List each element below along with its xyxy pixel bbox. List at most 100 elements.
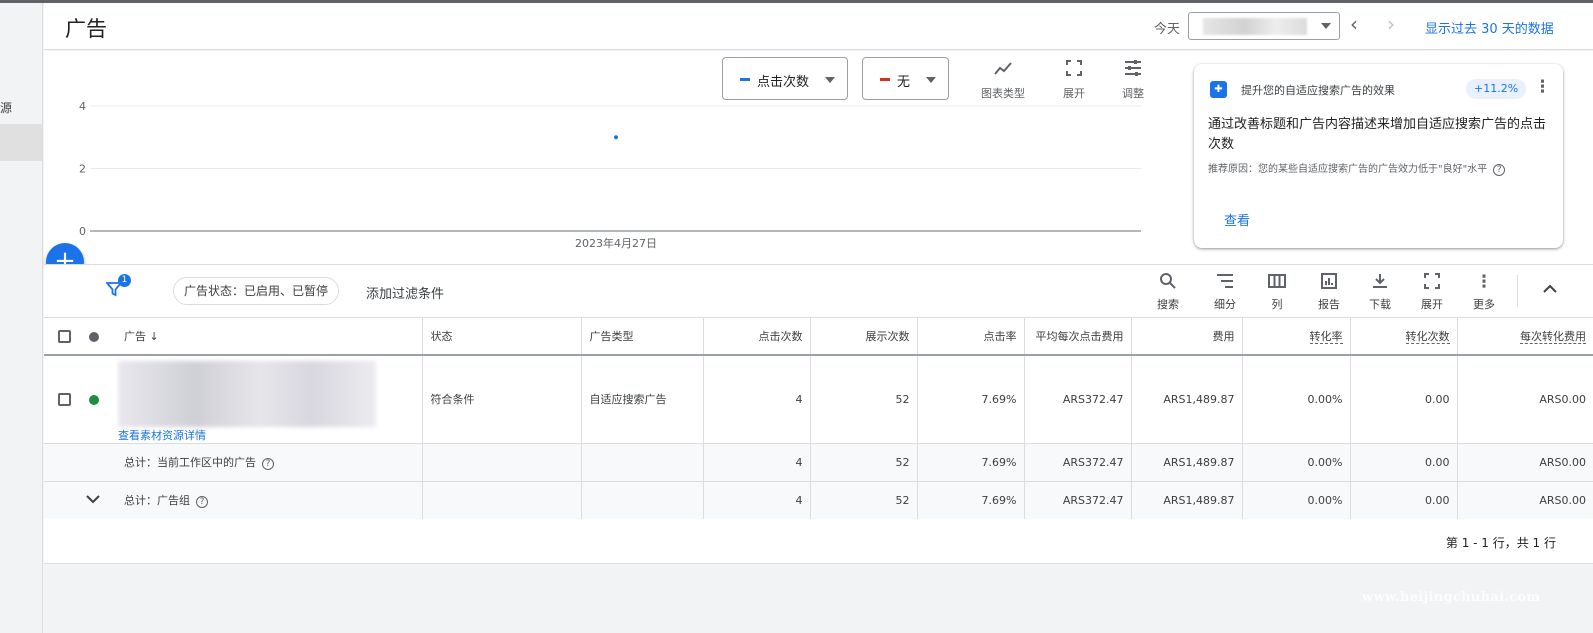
status-dot-header bbox=[84, 318, 116, 356]
select-all-cell bbox=[44, 318, 84, 356]
report-label: 报告 bbox=[1318, 298, 1340, 311]
y-tick-label: 4 bbox=[79, 100, 86, 113]
col-status[interactable]: 状态 bbox=[422, 318, 582, 356]
status-filter-chip[interactable]: 广告状态：已启用、已暂停 bbox=[173, 277, 340, 305]
col-avg-cpc[interactable]: 平均每次点击费用 bbox=[1024, 318, 1132, 356]
total-label-cell: 总计：当前工作区中的广告? bbox=[116, 443, 423, 482]
watermark: www.heijingchuhai.com bbox=[1362, 590, 1541, 605]
col-impr[interactable]: 展示次数 bbox=[810, 318, 918, 356]
col-ctr[interactable]: 点击率 bbox=[917, 318, 1025, 356]
trend-line-icon bbox=[981, 59, 1025, 85]
empty-cell bbox=[422, 481, 582, 520]
metric1-selector[interactable]: 点击次数 bbox=[722, 57, 848, 100]
download-icon bbox=[1360, 272, 1400, 296]
recommendation-title: 提升您的自适应搜索广告的效果 bbox=[1241, 84, 1395, 97]
more-vert-icon[interactable]: ⋮ bbox=[1534, 77, 1551, 97]
cost-cell: ARS1,489.87 bbox=[1131, 355, 1243, 444]
metric2-selector[interactable]: 无 bbox=[862, 57, 949, 100]
help-icon[interactable]: ? bbox=[1493, 164, 1506, 176]
add-filter-button[interactable]: 添加过滤条件 bbox=[366, 283, 444, 302]
chevron-down-icon bbox=[825, 77, 835, 83]
more-label: 更多 bbox=[1473, 298, 1495, 311]
columns-button[interactable]: 列 bbox=[1257, 272, 1297, 312]
recommendation-card: ✚ 提升您的自适应搜索广告的效果 +11.2% ⋮ 通过改善标题和广告内容描述来… bbox=[1194, 64, 1563, 248]
chart-type-button[interactable]: 图表类型 bbox=[981, 59, 1025, 101]
empty-cell bbox=[581, 443, 704, 482]
help-icon[interactable]: ? bbox=[262, 458, 274, 470]
more-button[interactable]: ⋮ 更多 bbox=[1464, 272, 1504, 312]
adjust-chart-button[interactable]: 调整 bbox=[1122, 59, 1144, 101]
chevron-down-icon bbox=[1321, 23, 1331, 29]
col-cost-label: 费用 bbox=[1212, 330, 1235, 343]
view-recommendation-button[interactable]: 查看 bbox=[1224, 210, 1250, 229]
col-ad[interactable]: 广告 ↓ bbox=[116, 318, 423, 356]
reason-text: 推荐原因：您的某些自适应搜索广告的广告效力低于"良好"水平 bbox=[1208, 164, 1488, 175]
col-clicks[interactable]: 点击次数 bbox=[703, 318, 811, 356]
total-label-cell: 总计：广告组? bbox=[116, 481, 423, 520]
nav-item-label[interactable]: 源 bbox=[0, 99, 12, 116]
redacted-date bbox=[1203, 18, 1307, 35]
cost-cell: ARS1,489.87 bbox=[1131, 481, 1243, 520]
col-conv[interactable]: 转化次数 bbox=[1350, 318, 1458, 356]
total-adgroup-label: 总计：广告组 bbox=[124, 494, 190, 507]
chevron-up-icon[interactable] bbox=[1542, 279, 1558, 298]
conv-cell: 0.00 bbox=[1350, 443, 1458, 482]
y-tick-label: 2 bbox=[79, 163, 86, 176]
expand-cell bbox=[84, 481, 116, 520]
col-cost-conv-label: 每次转化费用 bbox=[1520, 330, 1586, 344]
search-button[interactable]: 搜索 bbox=[1148, 272, 1188, 312]
metric2-label: 无 bbox=[897, 75, 911, 90]
row-status-cell bbox=[84, 355, 116, 444]
download-button[interactable]: 下载 bbox=[1360, 272, 1400, 312]
status-cell: 符合条件 bbox=[422, 355, 582, 444]
col-conv-rate[interactable]: 转化率 bbox=[1242, 318, 1351, 356]
view-assets-link[interactable]: 查看素材资源详情 bbox=[118, 427, 421, 443]
impr-cell: 52 bbox=[810, 481, 918, 520]
help-icon[interactable]: ? bbox=[196, 496, 208, 508]
conv-cell: 0.00 bbox=[1350, 355, 1458, 444]
chart-type-label: 图表类型 bbox=[981, 87, 1025, 100]
conv-rate-cell: 0.00% bbox=[1242, 355, 1351, 444]
ctr-cell: 7.69% bbox=[917, 355, 1025, 444]
select-all-checkbox[interactable] bbox=[57, 329, 71, 343]
type-cell: 自适应搜索广告 bbox=[581, 355, 704, 444]
page-header: 广告 今天 ‹ › 显示过去 30 天的数据 bbox=[44, 3, 1593, 50]
conv-rate-cell: 0.00% bbox=[1242, 443, 1351, 482]
segment-button[interactable]: 细分 bbox=[1205, 272, 1245, 312]
col-cost-conv[interactable]: 每次转化费用 bbox=[1457, 318, 1593, 356]
expand-chart-button[interactable]: 展开 bbox=[1063, 59, 1085, 101]
impr-cell: 52 bbox=[810, 443, 918, 482]
chevron-right-icon[interactable]: › bbox=[1387, 12, 1395, 36]
empty-cell bbox=[44, 443, 84, 482]
table-header-row: 广告 ↓ 状态 广告类型 点击次数 展示次数 点击率 平均每次点击费用 费用 转… bbox=[44, 318, 1593, 356]
cost-cell: ARS1,489.87 bbox=[1131, 443, 1243, 482]
date-label: 今天 bbox=[1154, 22, 1181, 37]
data-point[interactable] bbox=[614, 135, 618, 140]
expand-table-button[interactable]: 展开 bbox=[1412, 272, 1452, 312]
cost-conv-cell: ARS0.00 bbox=[1457, 481, 1593, 520]
row-checkbox[interactable] bbox=[57, 393, 71, 406]
avg-cpc-cell: ARS372.47 bbox=[1024, 355, 1132, 444]
redacted-ad-preview bbox=[118, 360, 376, 427]
segment-icon bbox=[1205, 272, 1245, 296]
ctr-cell: 7.69% bbox=[917, 481, 1025, 520]
conv-cell: 0.00 bbox=[1350, 481, 1458, 520]
nav-item-selected[interactable] bbox=[0, 124, 42, 161]
arrow-down-icon: ↓ bbox=[149, 330, 159, 343]
left-nav: 源 bbox=[0, 3, 43, 633]
col-cost[interactable]: 费用 bbox=[1131, 318, 1243, 356]
enabled-status-icon[interactable] bbox=[89, 394, 99, 405]
date-range-link[interactable]: 显示过去 30 天的数据 bbox=[1425, 18, 1554, 37]
col-conv-label: 转化次数 bbox=[1405, 330, 1450, 344]
clicks-cell: 4 bbox=[703, 355, 811, 444]
recommendation-body: 通过改善标题和广告内容描述来增加自适应搜索广告的点击次数 bbox=[1208, 117, 1547, 152]
date-range-picker[interactable] bbox=[1188, 12, 1340, 40]
avg-cpc-cell: ARS372.47 bbox=[1024, 443, 1132, 482]
clicks-cell: 4 bbox=[703, 481, 811, 520]
page-title: 广告 bbox=[65, 17, 107, 41]
col-type[interactable]: 广告类型 bbox=[581, 318, 704, 356]
chevron-left-icon[interactable]: ‹ bbox=[1350, 12, 1358, 36]
y-tick-label: 0 bbox=[79, 225, 86, 238]
chevron-down-icon[interactable] bbox=[84, 494, 102, 508]
report-button[interactable]: 报告 bbox=[1309, 272, 1349, 312]
